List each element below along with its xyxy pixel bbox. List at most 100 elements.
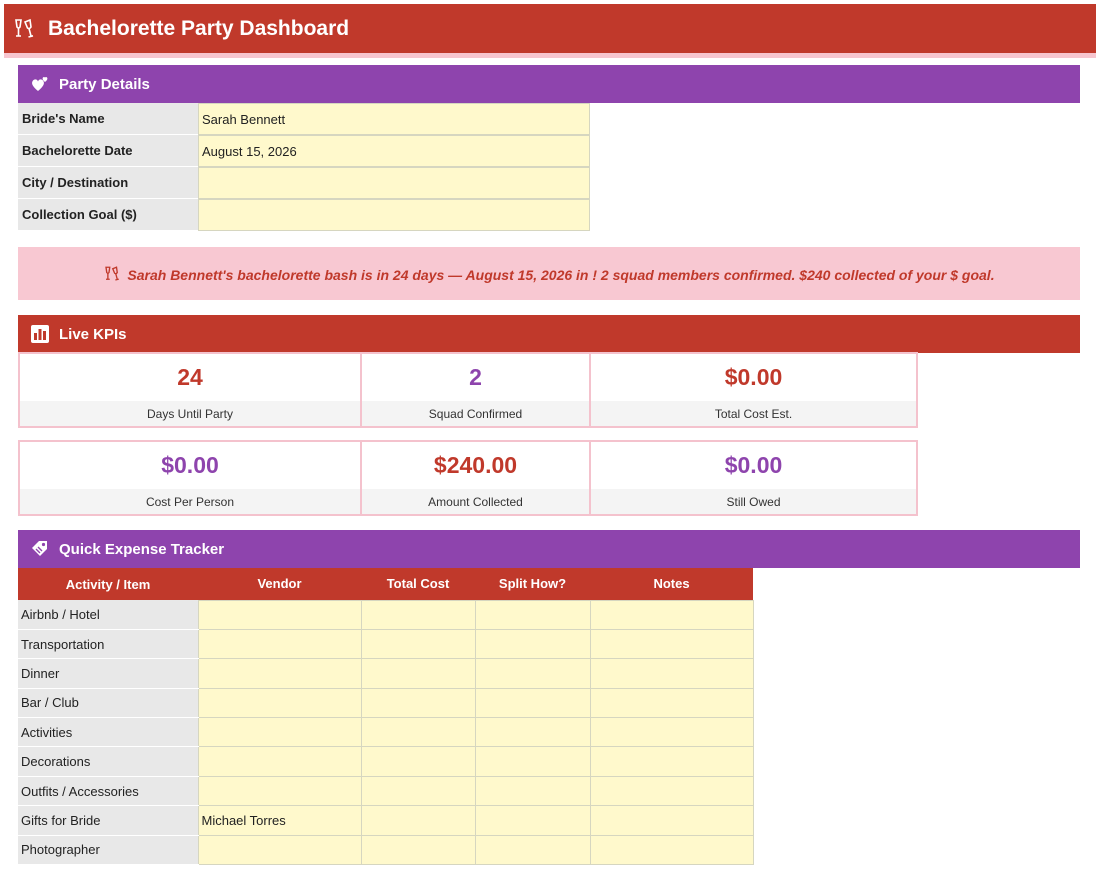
section-title: Quick Expense Tracker <box>59 540 225 558</box>
dashboard-header: Bachelorette Party Dashboard <box>4 4 1096 58</box>
section-live-kpis: Live KPIs <box>18 315 1080 353</box>
notes-cell[interactable] <box>589 658 754 689</box>
kpi-cost-per-person: $0.00 Cost Per Person <box>18 440 362 516</box>
bar-chart-icon <box>30 324 50 344</box>
kpi-row-2: $0.00 Cost Per Person $240.00 Amount Col… <box>18 440 918 516</box>
detail-label: Bachelorette Date <box>18 135 198 167</box>
vendor-cell[interactable]: Michael Torres <box>197 805 362 836</box>
vendor-cell[interactable] <box>197 834 362 866</box>
item-label: Outfits / Accessories <box>18 776 198 807</box>
split-cell[interactable] <box>474 687 591 719</box>
cost-cell[interactable] <box>360 746 476 777</box>
table-row: Transportation <box>18 628 754 660</box>
brides-name-field[interactable]: Sarah Bennett <box>198 103 590 135</box>
collection-goal-field[interactable] <box>198 199 590 231</box>
city-destination-field[interactable] <box>198 167 590 199</box>
kpi-row-1: 24 Days Until Party 2 Squad Confirmed $0… <box>18 352 918 428</box>
split-cell[interactable] <box>474 746 591 777</box>
kpi-value: $0.00 <box>724 452 783 478</box>
kpi-label: Cost Per Person <box>20 489 360 514</box>
vendor-cell[interactable] <box>197 775 362 807</box>
kpi-value: 24 <box>177 364 203 390</box>
cost-cell[interactable] <box>360 834 476 866</box>
table-row: Activities <box>18 717 754 748</box>
notes-cell[interactable] <box>589 746 754 777</box>
table-header-row: Activity / Item Vendor Total Cost Split … <box>18 568 753 600</box>
section-expense-tracker: Quick Expense Tracker <box>18 530 1080 568</box>
hearts-icon <box>30 74 50 94</box>
vendor-cell[interactable] <box>197 746 362 777</box>
kpi-value: $240.00 <box>433 452 518 478</box>
kpi-total-cost: $0.00 Total Cost Est. <box>591 352 918 428</box>
table-row: Airbnb / Hotel <box>18 599 754 630</box>
notes-cell[interactable] <box>589 805 754 836</box>
item-label: Decorations <box>18 746 198 777</box>
vendor-cell[interactable] <box>197 687 362 719</box>
detail-label: City / Destination <box>18 167 198 199</box>
notes-cell[interactable] <box>589 687 754 719</box>
split-cell[interactable] <box>474 775 591 807</box>
table-row: Gifts for Bride Michael Torres <box>18 805 754 836</box>
cost-cell[interactable] <box>360 805 476 836</box>
item-label: Airbnb / Hotel <box>18 600 198 630</box>
notes-cell[interactable] <box>589 717 754 748</box>
notes-cell[interactable] <box>589 834 754 866</box>
split-cell[interactable] <box>474 628 591 660</box>
column-header: Total Cost <box>361 568 475 600</box>
section-party-details: Party Details <box>18 65 1080 103</box>
cost-cell[interactable] <box>360 717 476 748</box>
table-row: Bar / Club <box>18 687 754 719</box>
notes-cell[interactable] <box>589 775 754 807</box>
table-row: Decorations <box>18 746 754 777</box>
kpi-squad-confirmed: 2 Squad Confirmed <box>362 352 591 428</box>
champagne-glasses-icon <box>12 17 36 41</box>
cost-cell[interactable] <box>360 687 476 719</box>
section-title: Live KPIs <box>59 325 127 343</box>
kpi-label: Still Owed <box>591 489 916 514</box>
expense-table: Activity / Item Vendor Total Cost Split … <box>18 568 754 866</box>
kpi-label: Days Until Party <box>20 401 360 426</box>
detail-row-date: Bachelorette Date August 15, 2026 <box>18 135 590 167</box>
cost-cell[interactable] <box>360 775 476 807</box>
item-label: Bar / Club <box>18 688 198 719</box>
item-label: Activities <box>18 717 198 748</box>
split-cell[interactable] <box>474 834 591 866</box>
vendor-cell[interactable] <box>197 599 362 630</box>
banner-message: Sarah Bennett's bachelorette bash is in … <box>127 266 995 283</box>
detail-label: Bride's Name <box>18 103 198 135</box>
detail-row-city: City / Destination <box>18 167 590 199</box>
vendor-cell[interactable] <box>197 658 362 689</box>
notes-cell[interactable] <box>589 628 754 660</box>
notes-cell[interactable] <box>589 599 754 630</box>
table-row: Outfits / Accessories <box>18 775 754 807</box>
cost-cell[interactable] <box>360 628 476 660</box>
detail-row-goal: Collection Goal ($) <box>18 199 590 231</box>
cost-cell[interactable] <box>360 658 476 689</box>
kpi-value: $0.00 <box>724 364 783 390</box>
vendor-cell[interactable] <box>197 628 362 660</box>
detail-row-brides-name: Bride's Name Sarah Bennett <box>18 103 590 135</box>
gift-tag-icon <box>30 539 50 559</box>
kpi-amount-collected: $240.00 Amount Collected <box>362 440 591 516</box>
split-cell[interactable] <box>474 658 591 689</box>
kpi-label: Squad Confirmed <box>362 401 589 426</box>
table-row: Dinner <box>18 658 754 689</box>
item-label: Transportation <box>18 629 198 660</box>
kpi-days-until-party: 24 Days Until Party <box>18 352 362 428</box>
split-cell[interactable] <box>474 599 591 630</box>
column-header: Split How? <box>475 568 590 600</box>
page-title: Bachelorette Party Dashboard <box>48 16 350 40</box>
bachelorette-date-field[interactable]: August 15, 2026 <box>198 135 590 167</box>
column-header: Activity / Item <box>18 568 198 600</box>
split-cell[interactable] <box>474 805 591 836</box>
item-label: Gifts for Bride <box>18 805 198 836</box>
kpi-still-owed: $0.00 Still Owed <box>591 440 918 516</box>
countdown-banner: Sarah Bennett's bachelorette bash is in … <box>18 247 1080 300</box>
cost-cell[interactable] <box>360 599 476 630</box>
split-cell[interactable] <box>474 717 591 748</box>
column-header: Vendor <box>198 568 361 600</box>
vendor-cell[interactable] <box>197 717 362 748</box>
kpi-label: Total Cost Est. <box>591 401 916 426</box>
kpi-value: $0.00 <box>161 452 219 478</box>
detail-label: Collection Goal ($) <box>18 199 198 231</box>
